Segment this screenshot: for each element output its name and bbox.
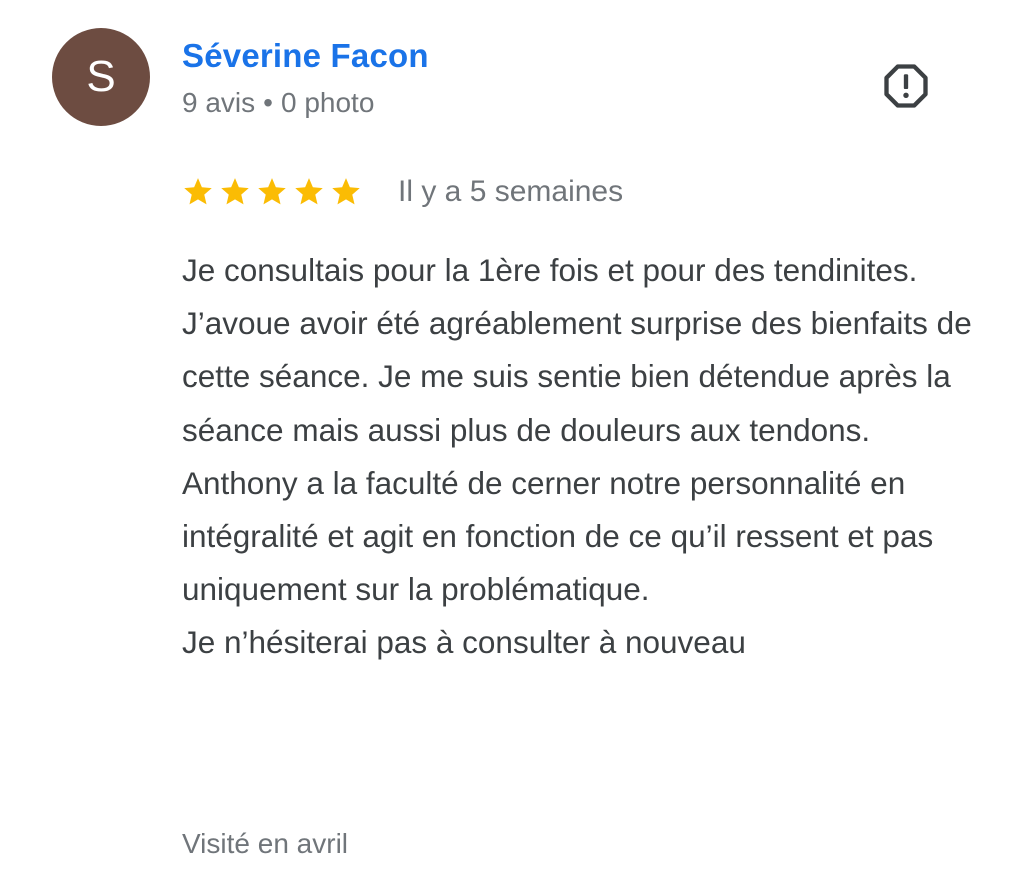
star-icon	[221, 178, 249, 205]
star-icon	[332, 178, 360, 205]
avatar-initial: S	[86, 52, 116, 101]
review-text: Je consultais pour la 1ère fois et pour …	[182, 244, 974, 670]
reviews-count: 9 avis	[182, 87, 256, 118]
star-icon	[295, 178, 323, 205]
avatar[interactable]: S	[52, 28, 150, 126]
review-paragraph: Je consultais pour la 1ère fois et pour …	[182, 252, 972, 608]
star-rating	[182, 176, 362, 208]
meta-separator: •	[263, 87, 273, 118]
report-flag-octagon-icon	[884, 64, 928, 108]
visit-info: Visité en avril	[182, 828, 349, 859]
star-icon	[184, 178, 212, 205]
photos-count: 0 photo	[280, 87, 375, 118]
review-card: S Séverine Facon 9 avis • 0 photo Il y a 5…	[0, 0, 1024, 881]
author-meta: 9 avis • 0 photo	[182, 86, 374, 120]
report-review-button[interactable]	[872, 52, 940, 120]
review-date: Il y a 5 semaines	[398, 175, 624, 208]
star-icon	[258, 178, 286, 205]
review-paragraph: Je n’hésiterai pas à consulter à nouveau	[182, 624, 746, 661]
rating-row: Il y a 5 semaines	[182, 170, 623, 214]
author-name-link[interactable]: Séverine Facon	[182, 36, 429, 76]
